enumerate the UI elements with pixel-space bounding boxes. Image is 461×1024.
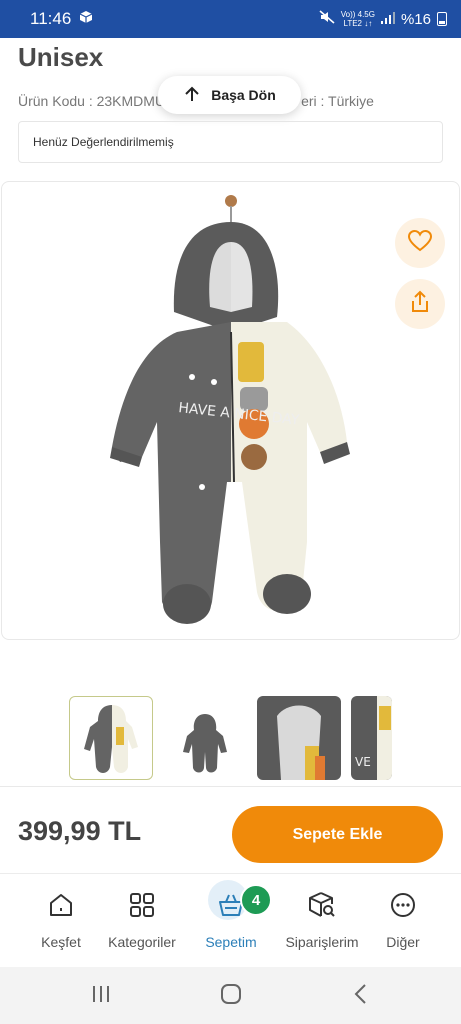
- home-circle-icon: [220, 983, 242, 1010]
- package-search-icon: [307, 890, 337, 920]
- share-icon: [409, 290, 431, 319]
- thumbnail-1-image: [84, 705, 138, 773]
- review-summary[interactable]: Henüz Değerlendirilmemiş: [18, 121, 443, 163]
- product-title: Unisex: [18, 42, 104, 72]
- thumbnail-2[interactable]: [163, 696, 247, 780]
- mute-icon: [319, 10, 335, 28]
- nav-kesfet[interactable]: Keşfet: [30, 874, 92, 966]
- product-origin: eri : Türkiye: [301, 93, 374, 109]
- grid-icon: [127, 890, 157, 920]
- nav-siparislerim[interactable]: Siparişlerim: [278, 874, 366, 966]
- nav-label-kesfet: Keşfet: [41, 934, 81, 950]
- nav-sepetim[interactable]: Sepetim 4: [198, 874, 272, 966]
- thumbnail-4[interactable]: VE: [351, 696, 392, 780]
- signal-icon: [380, 11, 395, 28]
- thumbnail-strip: VE: [0, 696, 461, 780]
- nav-kategoriler[interactable]: Kategoriler: [100, 874, 184, 966]
- recent-apps-icon: [90, 984, 112, 1009]
- nav-label-diger: Diğer: [386, 934, 420, 950]
- more-icon: [388, 890, 418, 920]
- battery-text: %16: [400, 10, 431, 28]
- nav-label-siparislerim: Siparişlerim: [285, 934, 359, 950]
- add-to-cart-button[interactable]: Sepete Ekle: [232, 806, 443, 863]
- thumbnail-3[interactable]: [257, 696, 341, 780]
- system-navigation-bar: [0, 967, 461, 1024]
- svg-text:VE: VE: [355, 755, 371, 769]
- product-code: Ürün Kodu : 23KMDMU: [18, 93, 166, 109]
- thumbnail-2-image: [183, 714, 227, 773]
- bottom-navigation: Keşfet Kategoriler Sepetim 4 Siparişleri…: [0, 873, 461, 965]
- nav-label-kategoriler: Kategoriler: [108, 934, 176, 950]
- product-price: 399,99 TL: [18, 816, 142, 846]
- divider: [0, 786, 461, 787]
- status-bar: 11:46 Vo)) 4.5G LTE2 ↓↑ %16: [0, 0, 461, 38]
- home-icon: [46, 890, 76, 920]
- favorite-button[interactable]: [395, 218, 445, 268]
- nav-diger[interactable]: Diğer: [380, 874, 426, 966]
- product-image: HAVE A NICE DAY: [110, 195, 350, 624]
- back-button[interactable]: [346, 983, 376, 1009]
- heart-icon: [407, 229, 433, 257]
- arrow-up-icon: [183, 85, 201, 106]
- product-image-card[interactable]: HAVE A NICE DAY: [1, 181, 460, 640]
- back-to-top-button[interactable]: Başa Dön: [158, 76, 301, 114]
- app-notification-icon: [79, 9, 93, 29]
- battery-icon: [437, 12, 447, 26]
- share-button[interactable]: [395, 279, 445, 329]
- thumbnail-4-image: VE: [351, 696, 392, 780]
- back-to-top-label: Başa Dön: [211, 87, 276, 103]
- back-chevron-icon: [353, 983, 369, 1010]
- home-button[interactable]: [216, 983, 246, 1009]
- thumbnail-1[interactable]: [69, 696, 153, 780]
- thumbnail-3-image: [257, 696, 341, 780]
- nav-label-sepetim: Sepetim: [205, 934, 257, 950]
- status-time: 11:46: [30, 9, 72, 28]
- network-indicator: Vo)) 4.5G LTE2 ↓↑: [340, 10, 375, 28]
- recent-apps-button[interactable]: [86, 983, 116, 1009]
- cart-count-badge: 4: [240, 884, 272, 916]
- review-text: Henüz Değerlendirilmemiş: [33, 135, 174, 149]
